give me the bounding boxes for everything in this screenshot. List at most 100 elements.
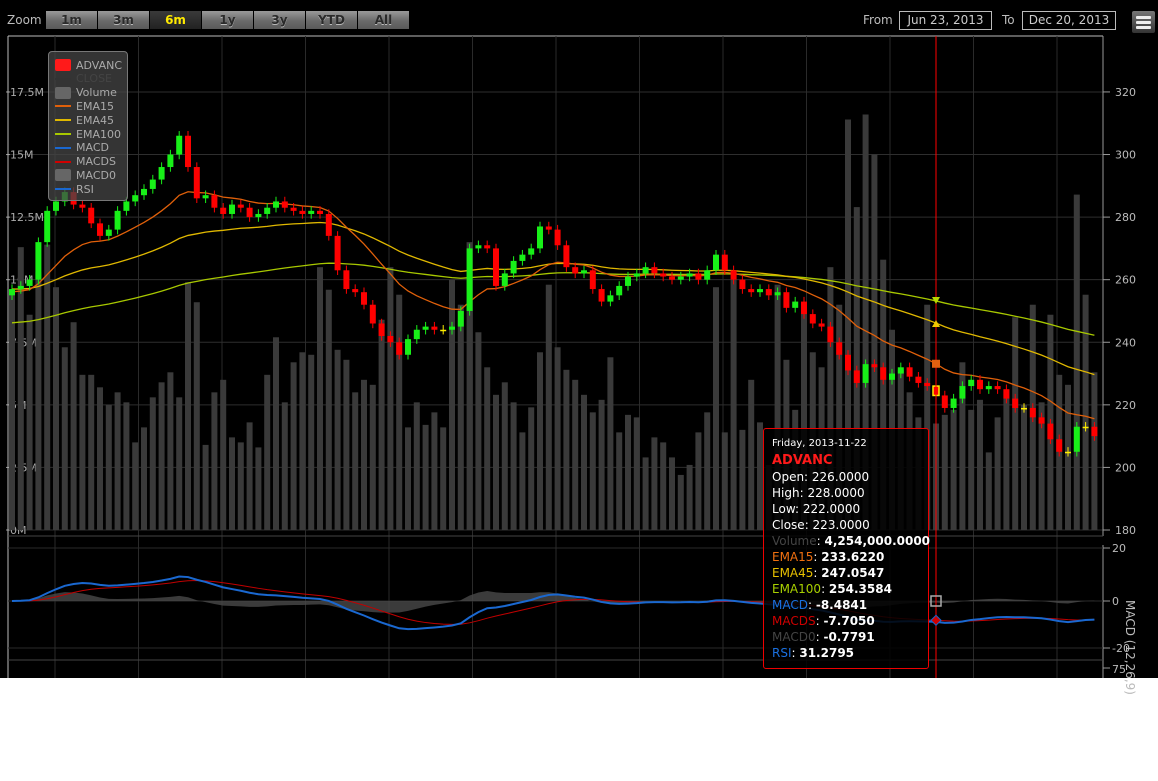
volume-bar xyxy=(413,402,420,530)
legend-item-volume[interactable]: Volume xyxy=(55,86,117,100)
candle-body xyxy=(1029,407,1036,418)
volume-bar xyxy=(229,437,235,530)
volume-bar xyxy=(651,437,658,530)
candle-body xyxy=(977,379,983,390)
volume-bar xyxy=(457,304,464,530)
hamburger-menu-icon[interactable] xyxy=(1132,11,1155,33)
legend-item-macd[interactable]: MACD xyxy=(55,141,109,155)
legend-item-rsi[interactable]: RSI xyxy=(55,182,94,196)
price-axis-label: 260 xyxy=(1115,274,1136,287)
candle-body xyxy=(783,292,790,308)
volume-bar xyxy=(422,424,429,530)
legend-item-ema45[interactable]: EMA45 xyxy=(55,113,114,127)
zoom-1m-button[interactable]: 1m xyxy=(46,11,97,29)
candle xyxy=(950,393,957,413)
volume-axis-label: 17.5M xyxy=(10,86,44,99)
legend-label: MACDS xyxy=(76,155,116,169)
legend-item-macd0[interactable]: MACD0 xyxy=(55,168,116,182)
candle-body xyxy=(589,270,596,290)
candle xyxy=(765,284,772,301)
volume-bar xyxy=(369,384,376,530)
volume-bar xyxy=(264,374,271,530)
candle xyxy=(484,240,491,254)
candle-body xyxy=(906,367,913,377)
candle-body xyxy=(202,195,209,199)
candle xyxy=(158,162,165,185)
volume-bar xyxy=(405,427,411,530)
legend: ADVANC CLOSE Volume EMA15 EMA45 EMA100 MACD MAC… xyxy=(48,51,128,201)
legend-item-ema100[interactable]: EMA100 xyxy=(55,127,121,141)
candle-body xyxy=(871,364,878,368)
ema15-line xyxy=(11,191,1095,420)
volume-bar xyxy=(149,397,156,530)
stock-chart[interactable]: 1802002202402602803003200M2.5M5M7.5M10M1… xyxy=(0,0,1158,695)
volume-bar xyxy=(748,379,755,530)
candle-body xyxy=(739,279,746,290)
candle-body xyxy=(475,245,482,249)
zoom-1y-button[interactable]: 1y xyxy=(202,11,253,29)
volume-bar xyxy=(352,392,359,530)
candle-body xyxy=(1056,439,1063,452)
candle-body xyxy=(501,273,508,286)
candle-body xyxy=(246,207,253,218)
chart-canvas[interactable]: 1802002202402602803003200M2.5M5M7.5M10M1… xyxy=(0,0,1158,678)
candle-body xyxy=(378,323,385,337)
candle-body xyxy=(889,373,895,380)
legend-line-icon xyxy=(55,133,71,135)
candle-body xyxy=(35,242,42,280)
candle-body xyxy=(493,248,499,286)
to-date-input[interactable]: Dec 20, 2013 xyxy=(1022,11,1116,30)
candle-body xyxy=(528,248,535,255)
candle-body xyxy=(361,292,367,305)
candle-body xyxy=(959,386,966,399)
legend-line-icon xyxy=(55,77,71,80)
zoom-ytd-button[interactable]: YTD xyxy=(306,11,357,29)
volume-bar xyxy=(985,452,992,530)
candle-body xyxy=(9,289,15,296)
candle-body xyxy=(105,229,112,236)
legend-item-macds[interactable]: MACDS xyxy=(55,155,116,169)
volume-bar xyxy=(343,359,350,530)
candle xyxy=(343,265,350,294)
ema15-marker-icon xyxy=(932,359,940,368)
volume-bar xyxy=(545,284,552,530)
candle-body xyxy=(149,179,156,189)
zoom-6m-button[interactable]: 6m xyxy=(150,11,201,29)
candle-body xyxy=(114,210,121,230)
zoom-all-button[interactable]: All xyxy=(358,11,409,29)
candle xyxy=(994,381,1001,394)
volume-bar xyxy=(475,332,482,530)
candle-body xyxy=(369,304,376,324)
ema100-line xyxy=(11,262,1095,336)
candle-body xyxy=(299,210,306,214)
candle-body xyxy=(792,301,799,308)
volume-bar xyxy=(598,399,605,530)
candle xyxy=(757,284,763,297)
candle-body xyxy=(713,254,719,271)
to-label: To xyxy=(1002,13,1015,27)
candle xyxy=(44,206,51,247)
candle-body xyxy=(484,245,491,249)
volume-bar xyxy=(493,394,499,530)
candle-body xyxy=(994,386,1001,390)
candle-body xyxy=(801,301,807,315)
volume-bar xyxy=(1065,384,1071,530)
volume-bar xyxy=(968,409,975,530)
candle-body xyxy=(651,267,658,274)
legend-item-close[interactable]: CLOSE xyxy=(55,72,112,86)
candle-body xyxy=(510,260,517,274)
candle-body xyxy=(308,210,315,214)
from-date-input[interactable]: Jun 23, 2013 xyxy=(899,11,992,30)
zoom-3m-button[interactable]: 3m xyxy=(98,11,149,29)
candle-body xyxy=(924,382,931,387)
macd-axis-label: 20 xyxy=(1112,542,1126,555)
candle-body xyxy=(748,289,755,293)
volume-bar xyxy=(44,244,51,530)
candle-body xyxy=(1021,407,1027,410)
legend-item-ema15[interactable]: EMA15 xyxy=(55,99,114,113)
zoom-3y-button[interactable]: 3y xyxy=(254,11,305,29)
candle xyxy=(1073,422,1080,457)
candle xyxy=(528,243,535,260)
legend-item-advanc[interactable]: ADVANC xyxy=(55,58,122,72)
tooltip-close: Close: 223.0000 xyxy=(772,518,870,532)
